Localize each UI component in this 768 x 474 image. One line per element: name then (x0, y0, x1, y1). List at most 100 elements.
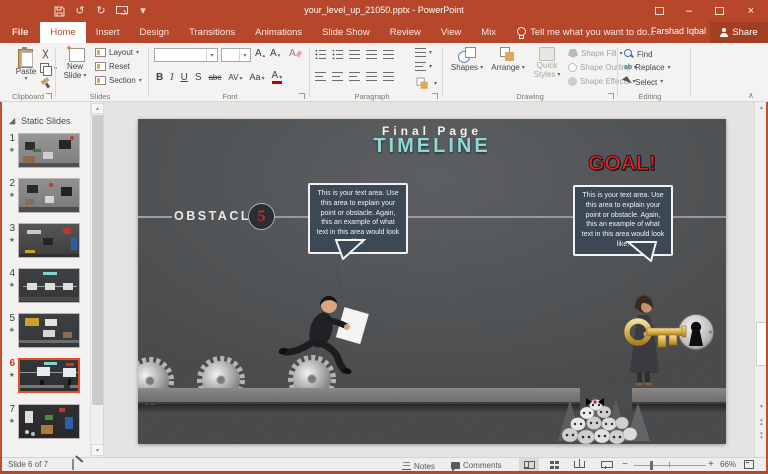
save-icon[interactable] (52, 4, 66, 18)
clear-formatting-button[interactable]: A (289, 49, 301, 59)
scroll-up-icon[interactable]: ▲ (91, 103, 104, 114)
font-dialog-launcher[interactable] (299, 93, 305, 99)
select-button[interactable]: Select▾ (624, 77, 663, 87)
zoom-slider-track[interactable] (634, 465, 706, 466)
ribbon-display-options-icon[interactable] (646, 0, 672, 22)
shrink-font-button[interactable]: A▾ (270, 49, 280, 59)
tab-file[interactable]: File (0, 22, 40, 43)
increase-indent-icon[interactable] (366, 50, 377, 59)
editing-group-label: Editing (620, 92, 680, 101)
zoom-level[interactable]: 66% (720, 460, 736, 469)
shape-fill-button[interactable]: Shape Fill▾ (568, 49, 623, 58)
thumbnail-scrollbar[interactable]: ▲ ▼ (90, 102, 103, 457)
align-center-icon[interactable] (332, 72, 343, 81)
tab-home[interactable]: Home (40, 22, 85, 43)
line-spacing-icon[interactable] (383, 50, 394, 59)
normal-view-button[interactable] (519, 458, 539, 471)
account-user[interactable]: Farshad Iqbal (651, 26, 706, 36)
decrease-indent-icon[interactable] (349, 50, 360, 59)
comments-toggle[interactable]: Comments (451, 461, 502, 470)
undo-icon[interactable]: ↺ (73, 4, 87, 18)
font-group-label: Font (190, 92, 270, 101)
slide-thumbnail-3[interactable] (18, 223, 80, 258)
slide-number: 6 (4, 358, 15, 369)
new-slide-button[interactable]: New Slide▾ (58, 47, 92, 80)
convert-smartart-button[interactable]: ▾ (415, 76, 437, 92)
zoom-slider-thumb[interactable] (650, 461, 653, 470)
underline-button[interactable]: U (181, 73, 188, 83)
notes-toggle[interactable]: Notes (402, 461, 435, 471)
font-color-button[interactable]: A▾ (272, 71, 283, 84)
reading-view-button[interactable] (569, 458, 589, 471)
tell-me-box[interactable]: Tell me what you want to do... (506, 22, 665, 43)
text-shadow-button[interactable]: S (195, 73, 202, 83)
section-header[interactable]: Static Slides (8, 116, 71, 126)
start-slideshow-icon[interactable] (115, 4, 129, 18)
title-bar: ↺ ↻ ▾ your_level_up_21050.pptx - PowerPo… (0, 0, 768, 22)
scroll-down-icon[interactable]: ▼ (91, 444, 104, 456)
drawing-dialog-launcher[interactable] (608, 93, 614, 99)
tab-review[interactable]: Review (380, 22, 431, 43)
quick-styles-button[interactable]: Quick Styles▾ (530, 47, 564, 79)
tab-slideshow[interactable]: Slide Show (312, 22, 380, 43)
italic-button[interactable]: I (170, 73, 173, 83)
shapes-button[interactable]: Shapes▾ (448, 47, 486, 72)
tab-mix[interactable]: Mix (471, 22, 506, 43)
close-icon[interactable]: × (738, 0, 764, 22)
fit-to-window-icon[interactable] (744, 460, 754, 469)
font-size-combo[interactable]: ▾ (221, 48, 251, 62)
paste-button[interactable]: Paste ▾ (8, 47, 44, 82)
collapse-ribbon-icon[interactable]: ∧ (748, 91, 754, 100)
goal-label[interactable]: GOAL! (562, 152, 682, 176)
replace-button[interactable]: abReplace▾ (624, 63, 671, 72)
character-spacing-button[interactable]: AV▾ (228, 74, 242, 82)
numbering-icon[interactable] (332, 50, 343, 59)
strikethrough-button[interactable]: abc (208, 74, 221, 82)
slide-thumbnail-4[interactable] (18, 268, 80, 303)
layout-button[interactable]: Layout▾ (95, 48, 139, 57)
justify-icon[interactable] (366, 72, 377, 81)
slide-thumbnail-1[interactable] (18, 133, 80, 168)
minimize-icon[interactable]: – (676, 0, 702, 22)
align-right-icon[interactable] (349, 72, 360, 81)
slideshow-view-button[interactable] (596, 458, 616, 471)
scrollbar-thumb[interactable] (92, 115, 103, 405)
cut-button[interactable] (40, 49, 51, 60)
clipboard-dialog-launcher[interactable] (46, 93, 52, 99)
tab-animations[interactable]: Animations (245, 22, 312, 43)
tab-transitions[interactable]: Transitions (179, 22, 245, 43)
tab-insert[interactable]: Insert (86, 22, 130, 43)
slide-thumbnail-5[interactable] (18, 313, 80, 348)
maximize-icon[interactable] (706, 0, 732, 22)
share-button[interactable]: Share (710, 22, 768, 43)
paragraph-dialog-launcher[interactable] (432, 93, 438, 99)
qat-customize-icon[interactable]: ▾ (136, 4, 150, 18)
bold-button[interactable]: B (156, 73, 163, 83)
slide-sorter-button[interactable] (544, 458, 564, 471)
grow-font-button[interactable]: A▴ (255, 49, 265, 59)
animation-star-icon: ★ (4, 146, 15, 154)
bullets-icon[interactable] (315, 50, 326, 59)
font-name-combo[interactable]: ▾ (154, 48, 218, 62)
format-painter-button[interactable] (40, 78, 51, 89)
slide-thumbnail-7[interactable] (18, 404, 80, 439)
text-direction-button[interactable]: ▾ (415, 48, 432, 57)
tab-view[interactable]: View (431, 22, 471, 43)
align-text-button[interactable]: ▾ (415, 62, 432, 71)
tab-design[interactable]: Design (129, 22, 179, 43)
section-button[interactable]: Section▾ (95, 76, 142, 85)
change-case-button[interactable]: Aa▾ (249, 73, 264, 82)
slide-canvas[interactable]: Final Page TIMELINE GOAL! OBSTACLE 5 Thi… (138, 119, 726, 444)
obstacle-number-badge[interactable]: 5 (248, 203, 275, 230)
pen-notes-icon[interactable] (72, 459, 74, 470)
align-left-icon[interactable] (315, 72, 326, 81)
find-button[interactable]: Find (624, 49, 653, 59)
arrange-button[interactable]: Arrange▾ (488, 47, 528, 72)
columns-icon[interactable] (383, 72, 394, 81)
reset-button[interactable]: Reset (95, 62, 130, 71)
slide-thumbnail-2[interactable] (18, 178, 80, 213)
redo-icon[interactable]: ↻ (94, 4, 108, 18)
slide-thumbnail-6-selected[interactable] (18, 358, 80, 393)
zoom-out-button[interactable]: − (622, 459, 628, 470)
zoom-in-button[interactable]: + (708, 459, 714, 470)
